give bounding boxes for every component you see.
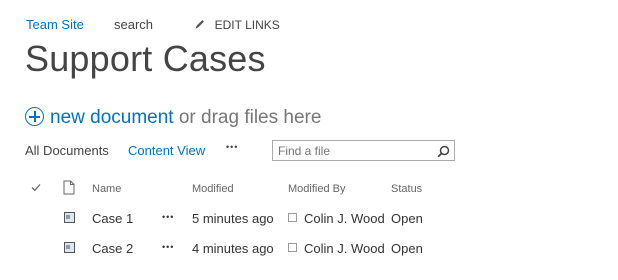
pencil-icon bbox=[195, 20, 204, 29]
file-name-link[interactable]: Case 1 bbox=[92, 211, 133, 226]
column-header-status[interactable]: Status bbox=[391, 183, 422, 195]
edit-links-button[interactable]: EDIT LINKS bbox=[194, 17, 280, 32]
edit-links-label: EDIT LINKS bbox=[214, 18, 280, 32]
presence-indicator-icon bbox=[288, 213, 297, 222]
file-icon bbox=[64, 212, 75, 223]
row-menu-button[interactable]: ••• bbox=[162, 212, 174, 222]
document-type-icon bbox=[63, 180, 75, 195]
find-file-box bbox=[272, 140, 455, 161]
modified-by-link[interactable]: Colin J. Wood bbox=[304, 241, 385, 256]
row-menu-button[interactable]: ••• bbox=[162, 242, 174, 252]
find-file-input[interactable] bbox=[278, 144, 428, 158]
column-header-modified[interactable]: Modified bbox=[192, 183, 234, 195]
status-cell: Open bbox=[391, 211, 423, 226]
modified-cell: 4 minutes ago bbox=[192, 241, 274, 256]
search-icon[interactable] bbox=[437, 145, 450, 158]
column-header-name[interactable]: Name bbox=[92, 183, 121, 195]
new-document-link[interactable]: new document bbox=[50, 107, 174, 128]
more-views-button[interactable]: ••• bbox=[226, 142, 238, 152]
view-all-documents[interactable]: All Documents bbox=[25, 143, 109, 158]
modified-cell: 5 minutes ago bbox=[192, 211, 274, 226]
select-all-checkmark-icon[interactable] bbox=[31, 183, 41, 192]
page-title: Support Cases bbox=[25, 38, 266, 79]
new-document-area: new document or drag files here bbox=[25, 107, 321, 129]
column-header-modified-by[interactable]: Modified By bbox=[288, 183, 345, 195]
drag-files-hint: or drag files here bbox=[178, 107, 322, 128]
file-icon bbox=[64, 242, 75, 253]
status-cell: Open bbox=[391, 241, 423, 256]
add-circle-icon[interactable] bbox=[25, 107, 44, 126]
modified-by-link[interactable]: Colin J. Wood bbox=[304, 211, 385, 226]
view-content-view[interactable]: Content View bbox=[128, 143, 205, 158]
file-name-link[interactable]: Case 2 bbox=[92, 241, 133, 256]
site-link[interactable]: Team Site bbox=[26, 17, 84, 32]
search-link[interactable]: search bbox=[114, 17, 153, 32]
presence-indicator-icon bbox=[288, 243, 297, 252]
